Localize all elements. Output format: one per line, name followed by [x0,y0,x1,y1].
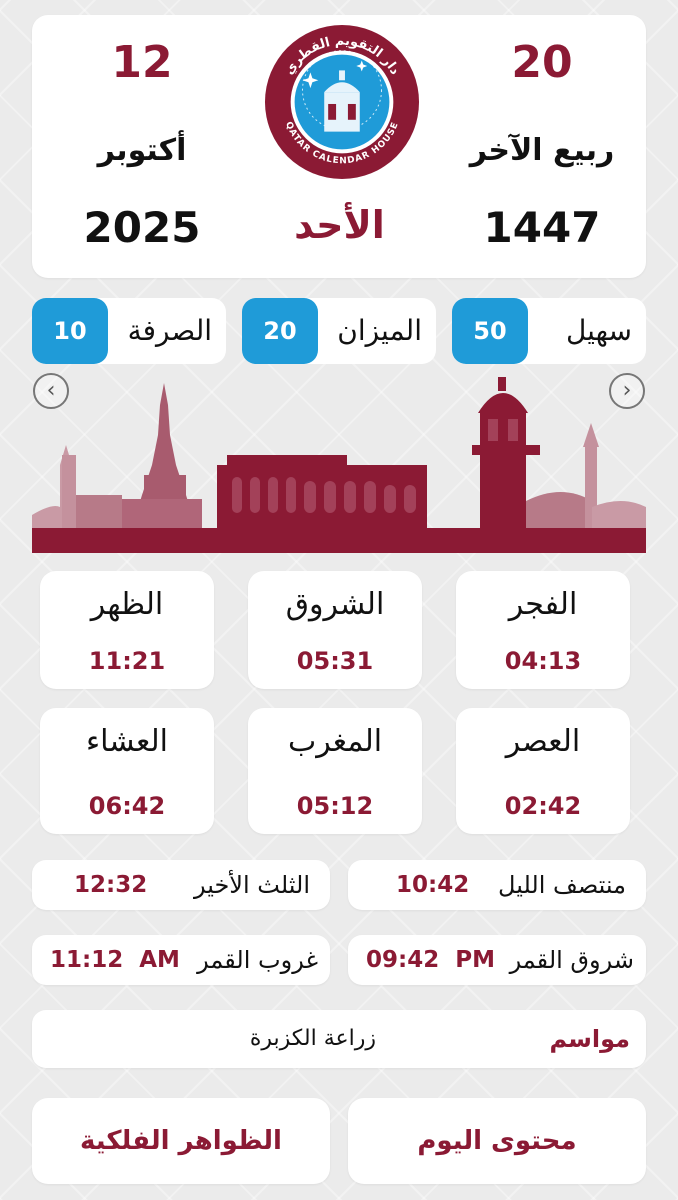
prayer-name: الشروق [285,587,385,622]
prayer-name: الظهر [90,587,164,622]
prayer-time: 06:42 [88,792,166,820]
gregorian-day: 12 [111,37,173,88]
moonset-label: غروب القمر [197,946,318,974]
prayer-maghrib: المغرب 05:12 [248,708,422,834]
mawasim-value: زراعة الكزبرة [249,1026,376,1051]
season-mizan-count: 20 [242,298,318,364]
gregorian-year: 2025 [83,203,201,252]
season-sarfa-label: الصرفة [127,314,212,347]
prayer-time: 05:12 [296,792,374,820]
season-mizan[interactable]: 20 الميزان [242,298,436,364]
mawasim-label: مواسم [549,1025,630,1053]
prayer-name: الفجر [508,587,578,622]
gregorian-month: أكتوبر [97,133,187,168]
season-suhail[interactable]: 50 سهيل [452,298,646,364]
season-sarfa-count: 10 [32,298,108,364]
prayer-time: 04:13 [504,647,582,675]
moonset-time: 11:12 AM [50,947,180,973]
prayer-shuruq: الشروق 05:31 [248,571,422,689]
season-suhail-count: 50 [452,298,528,364]
last-third-row: الثلث الأخير 12:32 [32,860,330,910]
prayer-time: 02:42 [504,792,582,820]
prayer-time: 05:31 [296,647,374,675]
today-content-label: محتوى اليوم [417,1126,577,1156]
hijri-year: 1447 [483,203,601,252]
moonset-row: غروب القمر 11:12 AM [32,935,330,985]
last-third-time: 12:32 [74,872,148,898]
midnight-label: منتصف الليل [498,871,626,899]
weekday: الأحد [294,203,385,247]
prayer-fajr: الفجر 04:13 [456,571,630,689]
mawasim-row[interactable]: مواسم زراعة الكزبرة [32,1010,646,1068]
prayer-dhuhr: الظهر 11:21 [40,571,214,689]
last-third-label: الثلث الأخير [193,871,310,899]
prayer-isha: العشاء 06:42 [40,708,214,834]
prayer-name: المغرب [287,724,383,759]
hijri-month: ربيع الآخر [469,133,615,168]
midnight-row: منتصف الليل 10:42 [348,860,646,910]
astro-phenomena-button[interactable]: الظواهر الفلكية [32,1098,330,1184]
prayer-name: العصر [505,724,581,759]
season-mizan-label: الميزان [337,314,422,347]
moonrise-row: شروق القمر 09:42 PM [348,935,646,985]
midnight-time: 10:42 [396,872,470,898]
season-suhail-label: سهيل [565,314,632,347]
prayer-name: العشاء [86,724,168,759]
season-sarfa[interactable]: 10 الصرفة [32,298,226,364]
date-header-card: 20 ربيع الآخر 1447 12 أكتوبر 2025 الأحد … [32,15,646,278]
moonrise-label: شروق القمر [509,946,634,974]
prayer-time: 11:21 [88,647,166,675]
doha-skyline-illustration [32,377,646,553]
qatar-calendar-house-logo: دار التقويم القطري QATAR CALENDAR HOUSE [264,24,420,180]
prayer-asr: العصر 02:42 [456,708,630,834]
today-content-button[interactable]: محتوى اليوم [348,1098,646,1184]
moonrise-time: 09:42 PM [366,947,495,973]
hijri-day: 20 [511,37,573,88]
astro-phenomena-label: الظواهر الفلكية [80,1126,282,1156]
